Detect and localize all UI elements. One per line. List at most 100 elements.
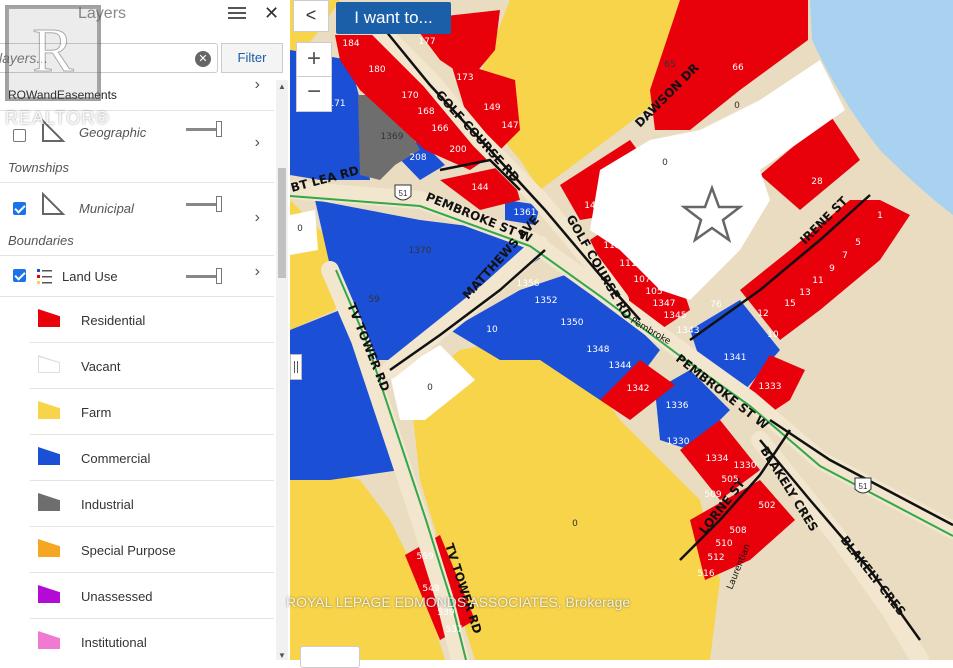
legend-swatch bbox=[38, 355, 60, 373]
lot-number: 1342 bbox=[627, 384, 650, 394]
menu-icon[interactable] bbox=[228, 7, 246, 21]
lot-number: 10 bbox=[767, 330, 779, 340]
lot-number: 111 bbox=[619, 259, 636, 269]
legend-list-icon bbox=[37, 269, 52, 284]
filter-button[interactable]: Filter bbox=[221, 43, 283, 73]
camera-icon[interactable] bbox=[300, 646, 360, 668]
legend-swatch bbox=[38, 401, 60, 419]
chevron-right-icon[interactable]: › bbox=[255, 263, 260, 281]
lot-number: 180 bbox=[368, 65, 385, 75]
opacity-slider[interactable] bbox=[186, 120, 222, 138]
chevron-right-icon[interactable]: › bbox=[255, 80, 260, 94]
lot-number: 1336 bbox=[666, 401, 689, 411]
layer-row-municipal[interactable]: Municipal › bbox=[0, 182, 274, 233]
lot-number: 0 bbox=[297, 224, 303, 234]
map-canvas[interactable]: 51 51 DAWSON DR GOLF COURSE RD GOLF COUR… bbox=[290, 0, 953, 660]
landuse-checkbox[interactable] bbox=[13, 269, 26, 282]
lot-number: 24 bbox=[617, 180, 629, 190]
panel-resize-handle[interactable] bbox=[290, 354, 302, 380]
lot-number: 1330 bbox=[734, 461, 757, 471]
legend-label: Commercial bbox=[81, 451, 151, 466]
lot-number: 0 bbox=[572, 519, 578, 529]
lot-number: 509 bbox=[704, 490, 721, 500]
lot-number: 76 bbox=[710, 300, 722, 310]
lot-number: 1348 bbox=[587, 345, 610, 355]
lot-number: 14 bbox=[584, 201, 596, 211]
lot-number: 1356 bbox=[517, 279, 540, 289]
lot-number: 166 bbox=[431, 124, 448, 134]
lot-number: 1334 bbox=[706, 454, 729, 464]
legend-swatch bbox=[38, 631, 60, 649]
road-label: BLAKELY CRES bbox=[838, 533, 909, 618]
zoom-in-button[interactable]: + bbox=[297, 43, 331, 77]
legend-label: Farm bbox=[81, 405, 112, 420]
lot-number: 0 bbox=[662, 158, 668, 168]
lot-number: 1370 bbox=[409, 246, 432, 256]
lot-number: 168 bbox=[417, 107, 434, 117]
legend-label: Industrial bbox=[81, 497, 134, 512]
scroll-thumb[interactable] bbox=[278, 168, 286, 278]
lot-number: 1343 bbox=[677, 326, 700, 336]
lot-number: 10 bbox=[486, 325, 498, 335]
clear-search-icon[interactable]: ✕ bbox=[195, 51, 211, 67]
close-icon[interactable]: ✕ bbox=[264, 3, 279, 24]
lot-number: 1352 bbox=[535, 296, 558, 306]
opacity-slider[interactable] bbox=[186, 195, 222, 213]
lot-number: 5 bbox=[855, 238, 861, 248]
lot-number: 1341 bbox=[724, 353, 747, 363]
chevron-right-icon[interactable]: › bbox=[255, 134, 260, 152]
lot-number: 502 bbox=[758, 501, 775, 511]
lot-number: 1345 bbox=[664, 311, 687, 321]
legend-swatch bbox=[38, 447, 60, 465]
land-use-map[interactable]: 51 51 DAWSON DR GOLF COURSE RD GOLF COUR… bbox=[290, 0, 953, 660]
i-want-to-button[interactable]: I want to... bbox=[336, 2, 451, 34]
parcel-vacant bbox=[290, 210, 318, 255]
layer-row-landuse[interactable]: Land Use › bbox=[0, 255, 274, 297]
zoom-out-button[interactable]: − bbox=[297, 77, 331, 111]
legend-label: Unassessed bbox=[81, 589, 153, 604]
lot-number: 559 bbox=[416, 552, 433, 562]
legend-item-industrial: Industrial bbox=[30, 480, 274, 526]
lot-number: 32 bbox=[639, 163, 650, 173]
lot-number: 170 bbox=[401, 91, 418, 101]
scroll-up-icon[interactable]: ▲ bbox=[278, 82, 286, 91]
lot-number: 1344 bbox=[609, 361, 632, 371]
opacity-slider[interactable] bbox=[186, 267, 222, 285]
collapse-panel-button[interactable]: < bbox=[293, 0, 329, 32]
legend-swatch bbox=[38, 539, 60, 557]
svg-text:51: 51 bbox=[859, 482, 868, 491]
lot-number: 208 bbox=[409, 153, 426, 163]
brokerage-watermark: ROYAL LEPAGE EDMONDS ASSOCIATES, Brokera… bbox=[286, 594, 631, 610]
legend-item-vacant: Vacant bbox=[30, 342, 274, 388]
lot-number: 1 bbox=[877, 211, 883, 221]
layer-label-municipal: Municipal bbox=[79, 201, 134, 216]
lot-number: 1350 bbox=[561, 318, 584, 328]
legend-swatch bbox=[38, 585, 60, 603]
legend-item-commercial: Commercial bbox=[30, 434, 274, 480]
realtor-logo: R bbox=[5, 5, 101, 101]
legend-swatch bbox=[38, 493, 60, 511]
lot-number: 512 bbox=[707, 553, 724, 563]
lot-number: 510 bbox=[715, 539, 732, 549]
lot-number: 7 bbox=[842, 251, 848, 261]
geographic-checkbox[interactable] bbox=[13, 129, 26, 142]
legend-label: Institutional bbox=[81, 635, 147, 650]
lot-number: 1333 bbox=[759, 382, 782, 392]
layer-label-landuse: Land Use bbox=[62, 269, 118, 284]
section-header-townships: Townships bbox=[8, 160, 69, 175]
municipal-checkbox[interactable] bbox=[13, 202, 26, 215]
lot-number: 505 bbox=[721, 475, 738, 485]
lot-number: 200 bbox=[449, 145, 466, 155]
lot-number: 173 bbox=[456, 73, 473, 83]
lot-number: 107 bbox=[633, 275, 650, 285]
legend-item-farm: Farm bbox=[30, 388, 274, 434]
panel-scrollbar[interactable]: ▲ ▼ bbox=[276, 80, 288, 660]
legend-item-institutional: Institutional bbox=[30, 618, 274, 660]
lot-number: 147 bbox=[501, 121, 518, 131]
legend-item-unassessed: Unassessed bbox=[30, 572, 274, 618]
chevron-right-icon[interactable]: › bbox=[255, 209, 260, 227]
scroll-down-icon[interactable]: ▼ bbox=[278, 651, 286, 660]
svg-text:R: R bbox=[32, 17, 74, 85]
zoom-control: + − bbox=[296, 42, 332, 112]
realtor-watermark-text: REALTOR® bbox=[5, 108, 110, 128]
